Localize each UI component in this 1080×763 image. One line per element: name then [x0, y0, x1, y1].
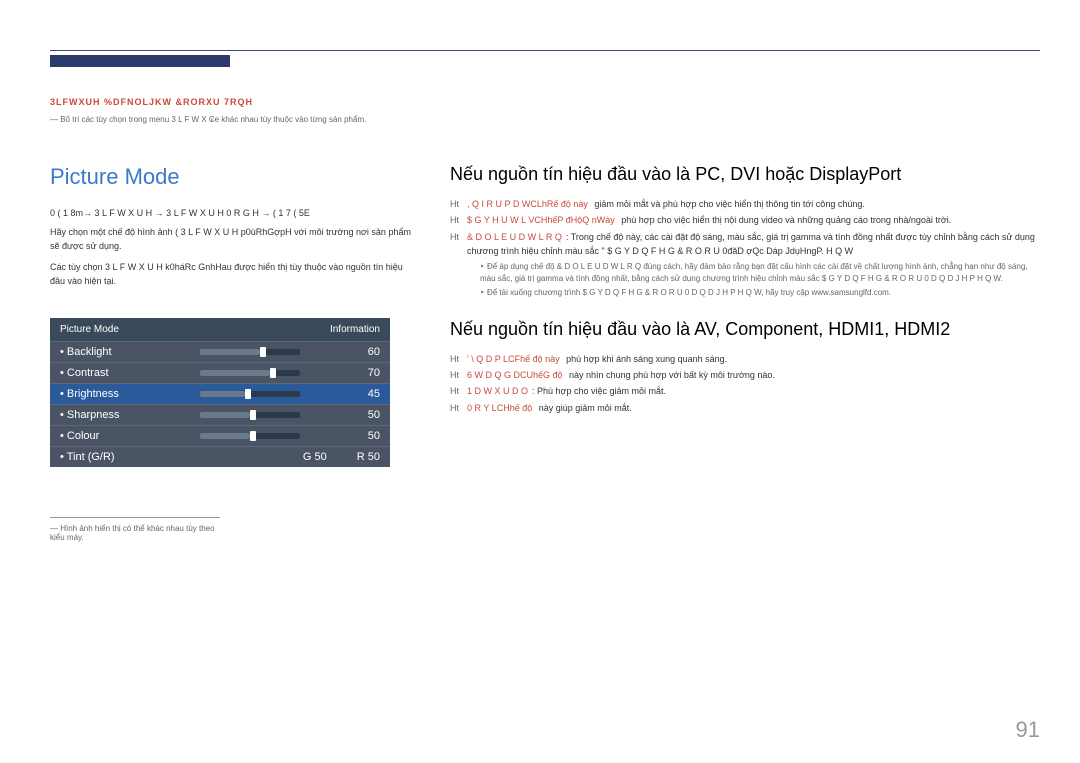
bullet-label: , Q I R U P D WCLhRế độ này [467, 199, 588, 209]
menu-panel: Picture Mode Information Backlight 60 Cont… [50, 318, 390, 467]
menu-label: Brightness [60, 388, 119, 400]
bullet-label: ' \ Q D P LCFhế độ này [467, 354, 560, 364]
sub-bullet: Để tải xuống chương trình $ G Y D Q F H … [480, 287, 1040, 299]
menu-row[interactable]: Tint (G/R) G 50 R 50 [50, 446, 390, 467]
bullet-label: 0 R Y LCHhế độ [467, 403, 532, 413]
header-bar [50, 55, 230, 67]
menu-value: 50 [368, 430, 380, 442]
bullet-prefix: Ht [450, 401, 459, 415]
section2-title: Nếu nguồn tín hiệu đầu vào là AV, Compon… [450, 319, 1040, 340]
page-number: 91 [1016, 717, 1040, 743]
bullet-line: Ht & D O L E U D W L R Q: Trong chế độ nà… [450, 230, 1040, 259]
bullet-prefix: Ht [450, 352, 459, 366]
bullet-prefix: Ht [450, 197, 459, 211]
bullet-text: 0 R Y LCHhế độ này giúp giảm mỏi mắt. [467, 401, 632, 415]
menu-row[interactable]: Colour 50 [50, 425, 390, 446]
menu-row[interactable]: Sharpness 50 [50, 404, 390, 425]
slider[interactable] [200, 433, 300, 439]
bullet-line: Ht 6 W D Q G DCUhếG độ này nhìn chung phù… [450, 368, 1040, 382]
bullet-line: Ht , Q I R U P D WCLhRế độ này giảm mỏi m… [450, 197, 1040, 211]
menu-value: 70 [368, 367, 380, 379]
sub-bullet: Để áp dụng chế độ & D O L E U D W L R Q … [480, 261, 1040, 285]
menu-value: 45 [368, 388, 380, 400]
bullet-line: Ht ' \ Q D P LCFhế độ này phù hợp khi ánh… [450, 352, 1040, 366]
menu-label: Colour [60, 430, 99, 442]
menu-row[interactable]: Backlight 60 [50, 341, 390, 362]
menu-row[interactable]: Contrast 70 [50, 362, 390, 383]
menu-label: Backlight [60, 346, 112, 358]
bullet-prefix: Ht [450, 230, 459, 259]
menu-row[interactable]: Brightness 45 [50, 383, 390, 404]
bullet-label: 1 D W X U D O [467, 386, 528, 396]
breadcrumb: 3LFWXUH %DFNOLJKW &RORXU 7RQH [50, 97, 1040, 107]
bullet-text: , Q I R U P D WCLhRế độ này giảm mỏi mắt… [467, 197, 865, 211]
menu-value: 60 [368, 346, 380, 358]
menu-label: Tint (G/R) [60, 451, 115, 463]
footer-note: ― Hình ảnh hiển thị có thể khác nhau tùy… [50, 517, 220, 542]
menu-value: 50 [368, 409, 380, 421]
bullet-prefix: Ht [450, 213, 459, 227]
menu-header-right: Information [330, 324, 380, 335]
slider[interactable] [200, 412, 300, 418]
menu-header-left: Picture Mode [60, 324, 119, 335]
header-note: ― Bố trí các tùy chọn trong menu 3 L F W… [50, 115, 1040, 124]
menu-label: Sharpness [60, 409, 120, 421]
menu-label: Contrast [60, 367, 109, 379]
bullet-text: 1 D W X U D O: Phù hợp cho việc giảm mỏi… [467, 384, 666, 398]
section1-title: Nếu nguồn tín hiệu đầu vào là PC, DVI ho… [450, 164, 1040, 185]
bullet-text: & D O L E U D W L R Q: Trong chế độ này,… [467, 230, 1040, 259]
bullet-text: 6 W D Q G DCUhếG độ này nhìn chung phù h… [467, 368, 775, 382]
tint-g: G 50 [303, 451, 327, 463]
slider[interactable] [200, 370, 300, 376]
bullet-label: 6 W D Q G DCUhếG độ [467, 370, 563, 380]
description-2: Các tùy chọn 3 L F W X U H k0háRc GnhHau… [50, 261, 420, 288]
bullet-prefix: Ht [450, 368, 459, 382]
bullet-line: Ht $ G Y H U W L VCHhếP đHộQ nWày phù hợp… [450, 213, 1040, 227]
bullet-text: ' \ Q D P LCFhế độ này phù hợp khi ánh s… [467, 352, 727, 366]
slider[interactable] [200, 391, 300, 397]
slider[interactable] [200, 349, 300, 355]
page-title: Picture Mode [50, 164, 420, 190]
bullet-prefix: Ht [450, 384, 459, 398]
tint-r: R 50 [357, 451, 380, 463]
menu-path: 0 ( 1 8m→ 3 L F W X U H → 3 L F W X U H … [50, 208, 420, 218]
bullet-line: Ht 1 D W X U D O: Phù hợp cho việc giảm m… [450, 384, 1040, 398]
bullet-label: & D O L E U D W L R Q [467, 232, 562, 242]
description-1: Hãy chọn một chế độ hình ảnh ( 3 L F W X… [50, 226, 420, 253]
bullet-label: $ G Y H U W L VCHhếP đHộQ nWày [467, 215, 615, 225]
bullet-text: $ G Y H U W L VCHhếP đHộQ nWày phù hợp c… [467, 213, 951, 227]
bullet-line: Ht 0 R Y LCHhế độ này giúp giảm mỏi mắt. [450, 401, 1040, 415]
